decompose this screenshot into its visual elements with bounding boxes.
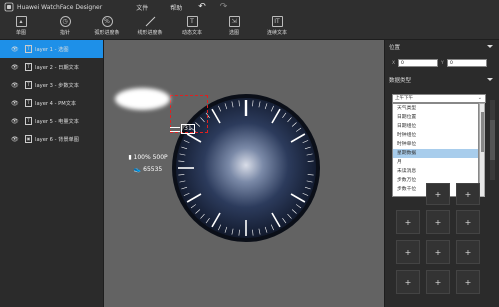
tool-label: 单图 xyxy=(15,30,26,36)
arc-progress-icon: % xyxy=(101,16,113,27)
collapse-icon xyxy=(487,78,493,81)
position-header[interactable]: 位置 xyxy=(389,42,493,51)
tool-label: 线形进度条 xyxy=(137,30,163,36)
app-title: Huawei WatchFace Designer xyxy=(17,3,103,11)
scroll-thumb[interactable] xyxy=(481,112,484,152)
tool-line-progress[interactable]: 线形进度条 xyxy=(130,16,170,40)
chevron-down-icon: ⌄ xyxy=(477,95,482,101)
x-input[interactable]: 0 xyxy=(398,59,438,67)
datatype-select[interactable]: 上午下午 ⌄ xyxy=(392,94,486,103)
app-logo-icon xyxy=(4,2,14,12)
eye-icon[interactable]: 👁 xyxy=(11,64,19,71)
layer-type-icon: T xyxy=(25,117,32,125)
date-lines xyxy=(170,127,180,132)
add-image-slot[interactable]: + xyxy=(396,210,420,234)
battery-value: 100% 500P xyxy=(133,154,168,161)
tool-arc-progress[interactable]: % 弧形进度条 xyxy=(87,16,127,40)
add-image-slot[interactable]: + xyxy=(456,210,480,234)
title-bar: Huawei WatchFace Designer 文件 帮助 ↶ ↷ xyxy=(0,0,499,14)
layer-row[interactable]: 👁 T layer 3 - 步数文本 xyxy=(0,76,103,94)
layer-name: layer 6 - 背景单图 xyxy=(35,136,79,143)
layer-type-icon: T xyxy=(25,99,32,107)
option-item-highlighted[interactable]: 星期数据 xyxy=(393,149,478,158)
layer-row[interactable]: 👁 T layer 2 - 日期文本 xyxy=(0,58,103,76)
steps-value: 65535 xyxy=(143,166,163,173)
layers-panel: 👁 T layer 1 - 选图 👁 T layer 2 - 日期文本 👁 T … xyxy=(0,40,104,307)
sequence-text-icon: IT xyxy=(271,16,283,27)
layer-name: layer 5 - 电量文本 xyxy=(35,118,79,125)
line-progress-icon xyxy=(145,16,156,27)
date-box[interactable]: 31 xyxy=(181,124,195,134)
logo-blob xyxy=(115,88,170,110)
option-item[interactable]: 时钟单位 xyxy=(393,140,478,149)
tool-label: 选图 xyxy=(228,30,239,36)
add-image-slot[interactable]: + xyxy=(426,183,450,205)
tool-hand[interactable]: ◷ 指针 xyxy=(45,16,85,40)
layer-name: layer 3 - 步数文本 xyxy=(35,82,79,89)
option-item[interactable]: 时钟组位 xyxy=(393,131,478,140)
layer-type-icon: T xyxy=(25,45,32,53)
add-image-slot[interactable]: + xyxy=(426,270,450,294)
option-item[interactable]: 未读消息 xyxy=(393,167,478,176)
add-image-slot[interactable]: + xyxy=(456,270,480,294)
layer-type-icon: T xyxy=(25,81,32,89)
eye-icon[interactable]: 👁 xyxy=(11,82,19,89)
layer-name: layer 1 - 选图 xyxy=(35,46,69,53)
steps-text[interactable]: 👟 65535 xyxy=(118,166,178,173)
option-item[interactable]: 日期位置 xyxy=(393,113,478,122)
eye-icon[interactable]: 👁 xyxy=(11,100,19,107)
layer-type-icon: T xyxy=(25,63,32,71)
redo-icon[interactable]: ↷ xyxy=(220,2,228,12)
option-item[interactable]: 日期组位 xyxy=(393,122,478,131)
menu-help[interactable]: 帮助 xyxy=(170,3,182,12)
layer-row[interactable]: 👁 T layer 1 - 选图 xyxy=(0,40,103,58)
add-image-slot[interactable]: + xyxy=(426,210,450,234)
battery-text[interactable]: ▮ 100% 500P xyxy=(118,154,178,161)
tool-label: 连续文本 xyxy=(266,30,287,36)
scroll-thumb[interactable] xyxy=(490,120,495,160)
tool-label: 弧形进度条 xyxy=(94,30,120,36)
eye-icon[interactable]: 👁 xyxy=(11,118,19,125)
y-coordinate: Y 0 xyxy=(441,59,487,67)
hand-icon: ◷ xyxy=(59,16,71,27)
tool-label: 动态文本 xyxy=(181,30,202,36)
undo-icon[interactable]: ↶ xyxy=(198,2,206,12)
layer-row[interactable]: 👁 T layer 4 - PM文本 xyxy=(0,94,103,112)
datatype-header[interactable]: 数据类型 xyxy=(389,75,493,84)
eye-icon[interactable]: 👁 xyxy=(11,136,19,143)
select-value: 上午下午 xyxy=(395,96,413,101)
layer-name: layer 2 - 日期文本 xyxy=(35,64,79,71)
datatype-title: 数据类型 xyxy=(389,77,412,84)
layer-name: layer 4 - PM文本 xyxy=(35,100,77,107)
text-icon: T xyxy=(186,16,198,27)
add-image-slot[interactable]: + xyxy=(396,270,420,294)
y-input[interactable]: 0 xyxy=(447,59,487,67)
panel-scrollbar[interactable] xyxy=(490,100,495,180)
x-coordinate: X 0 xyxy=(392,59,438,67)
tool-sequence-text[interactable]: IT 连续文本 xyxy=(257,16,297,40)
tool-select-image[interactable]: ⇲ 选图 xyxy=(214,16,254,40)
add-image-slot[interactable]: + xyxy=(396,240,420,264)
add-image-slot[interactable]: + xyxy=(426,240,450,264)
toolbar: ▴ 单图 ◷ 指针 % 弧形进度条 线形进度条 T 动态文本 ⇲ 选图 IT 连… xyxy=(0,14,499,40)
steps-icon: 👟 xyxy=(133,166,142,173)
select-image-icon: ⇲ xyxy=(228,16,240,27)
tool-label: 指针 xyxy=(59,30,70,36)
design-canvas[interactable] xyxy=(104,40,384,307)
eye-icon[interactable]: 👁 xyxy=(11,46,19,53)
add-image-slot[interactable]: + xyxy=(456,183,480,205)
layer-type-icon: ▣ xyxy=(25,135,32,143)
option-item[interactable]: 天气类型 xyxy=(393,104,478,113)
layer-row[interactable]: 👁 T layer 5 - 电量文本 xyxy=(0,112,103,130)
tool-dynamic-text[interactable]: T 动态文本 xyxy=(172,16,212,40)
image-icon: ▴ xyxy=(15,16,27,27)
option-item[interactable]: 月 xyxy=(393,158,478,167)
battery-icon: ▮ xyxy=(128,154,132,161)
menu-file[interactable]: 文件 xyxy=(136,3,148,12)
tool-single-image[interactable]: ▴ 单图 xyxy=(1,16,41,40)
position-title: 位置 xyxy=(389,44,401,51)
layer-row[interactable]: 👁 ▣ layer 6 - 背景单图 xyxy=(0,130,103,148)
collapse-icon xyxy=(487,45,493,48)
add-image-slot[interactable]: + xyxy=(456,240,480,264)
